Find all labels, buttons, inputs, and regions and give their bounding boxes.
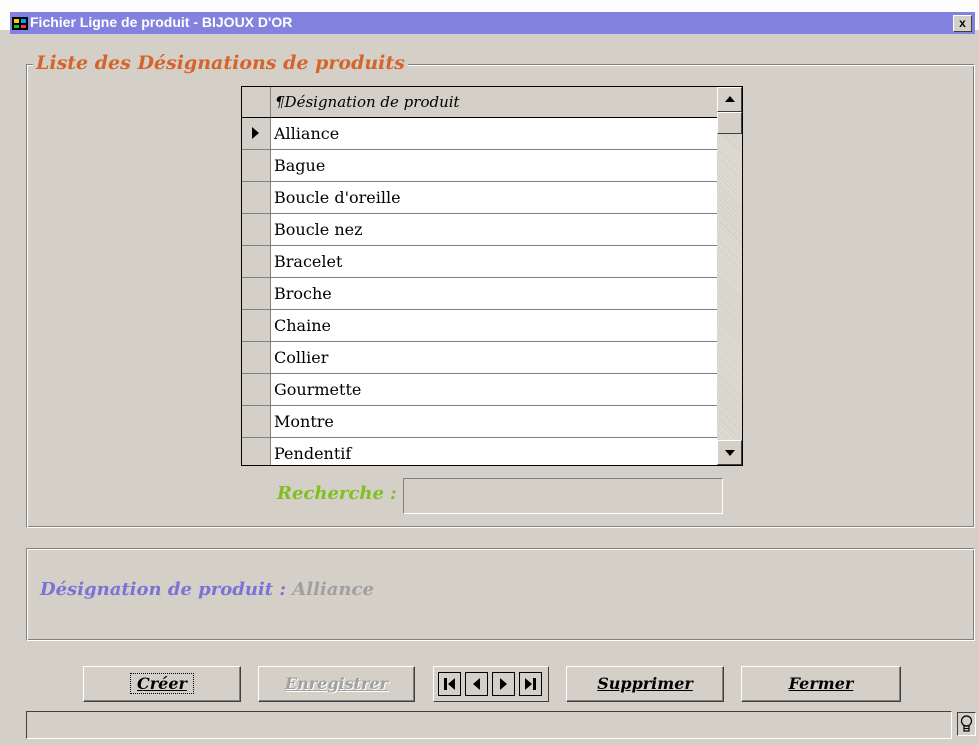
column-header-designation[interactable]: ¶Désignation de produit [270,87,721,117]
row-selector[interactable] [242,310,271,341]
first-record-icon [444,678,455,690]
row-cell-designation[interactable]: Bague [274,150,325,181]
table-row[interactable]: Broche [242,278,717,310]
table-row[interactable]: Chaine [242,310,717,342]
detail-value: Alliance [292,579,374,600]
row-cell-designation[interactable]: Boucle d'oreille [274,182,401,213]
grid-header: ¶Désignation de produit [242,87,717,118]
row-cell-designation[interactable]: Pendentif [274,438,351,465]
table-row[interactable]: Alliance [242,118,717,150]
row-cell-designation[interactable]: Chaine [274,310,331,341]
table-row[interactable]: Pendentif [242,438,717,465]
row-selector[interactable] [242,150,271,181]
table-row[interactable]: Montre [242,406,717,438]
row-cell-designation[interactable]: Montre [274,406,334,437]
close-button[interactable]: Fermer [741,666,901,702]
lightbulb-button[interactable] [957,712,976,736]
first-record-button[interactable] [438,672,461,696]
row-selector[interactable] [242,182,271,213]
table-row[interactable]: Boucle nez [242,214,717,246]
vertical-scrollbar[interactable] [717,87,742,465]
row-selector[interactable] [242,214,271,245]
arrow-up-icon [725,96,735,102]
row-cell-designation[interactable]: Collier [274,342,328,373]
window-title: Fichier Ligne de produit - BIJOUX D'OR [30,14,293,30]
row-selector[interactable] [242,374,271,405]
row-cell-designation[interactable]: Alliance [274,118,339,149]
next-record-button[interactable] [492,672,515,696]
app-icon [12,15,28,31]
table-row[interactable]: Bague [242,150,717,182]
delete-button[interactable]: Supprimer [566,666,724,702]
scroll-down-button[interactable] [717,440,742,465]
save-button[interactable]: Enregistrer [258,666,415,702]
table-row[interactable]: Gourmette [242,374,717,406]
create-button[interactable]: Créer [83,666,241,702]
search-label: Recherche : [277,483,397,504]
row-cell-designation[interactable]: Boucle nez [274,214,363,245]
row-selector[interactable] [242,406,271,437]
list-group-title: Liste des Désignations de produits [33,52,408,74]
detail-line: Désignation de produit : Alliance [40,579,374,600]
product-grid[interactable]: ¶Désignation de produit Alliance Bague Bou… [241,86,743,466]
arrow-down-icon [725,450,735,456]
previous-record-icon [473,678,480,690]
lightbulb-icon [960,715,973,732]
row-selector[interactable] [242,438,271,465]
scroll-up-button[interactable] [717,87,742,112]
search-input[interactable] [403,478,723,514]
close-icon: x [959,16,966,30]
last-record-button[interactable] [519,672,542,696]
previous-record-button[interactable] [465,672,488,696]
title-bar[interactable]: Fichier Ligne de produit - BIJOUX D'OR x [10,12,975,34]
detail-label: Désignation de produit : [40,579,286,600]
row-selector[interactable] [242,278,271,309]
status-bar [26,711,952,739]
current-row-icon [252,127,259,139]
table-row[interactable]: Bracelet [242,246,717,278]
row-cell-designation[interactable]: Bracelet [274,246,342,277]
record-navigator [433,666,549,702]
row-selector[interactable] [242,342,271,373]
row-selector[interactable] [242,118,271,149]
row-selector[interactable] [242,246,271,277]
last-record-icon [525,678,536,690]
next-record-icon [500,678,507,690]
title-bar-area: Fichier Ligne de produit - BIJOUX D'OR x [0,0,979,34]
row-cell-designation[interactable]: Gourmette [274,374,361,405]
close-window-button[interactable]: x [953,15,972,32]
row-cell-designation[interactable]: Broche [274,278,332,309]
scroll-thumb[interactable] [717,112,742,134]
table-row[interactable]: Collier [242,342,717,374]
table-row[interactable]: Boucle d'oreille [242,182,717,214]
